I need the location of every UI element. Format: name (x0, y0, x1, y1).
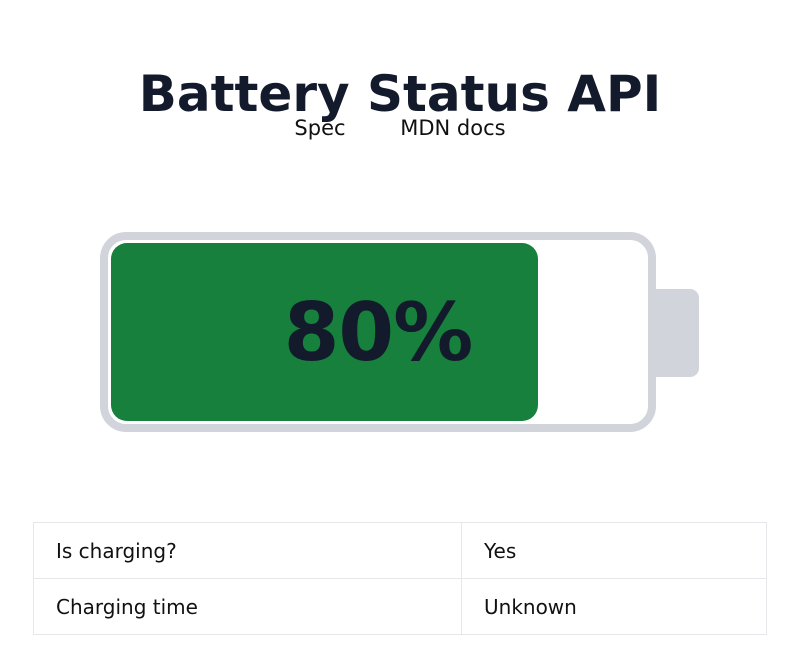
battery-status-table: Is charging? Yes Charging time Unknown (33, 522, 767, 635)
mdn-docs-link[interactable]: MDN docs (400, 114, 505, 142)
nav-links: Spec MDN docs (0, 114, 800, 142)
battery-level-text: 80% (283, 285, 473, 379)
is-charging-label: Is charging? (33, 522, 462, 579)
table-row: Charging time Unknown (33, 578, 767, 635)
table-row: Is charging? Yes (33, 522, 767, 579)
charging-time-label: Charging time (33, 578, 462, 635)
is-charging-value: Yes (461, 522, 767, 579)
battery-terminal (655, 289, 699, 377)
spec-link[interactable]: Spec (294, 114, 345, 142)
charging-time-value: Unknown (461, 578, 767, 635)
